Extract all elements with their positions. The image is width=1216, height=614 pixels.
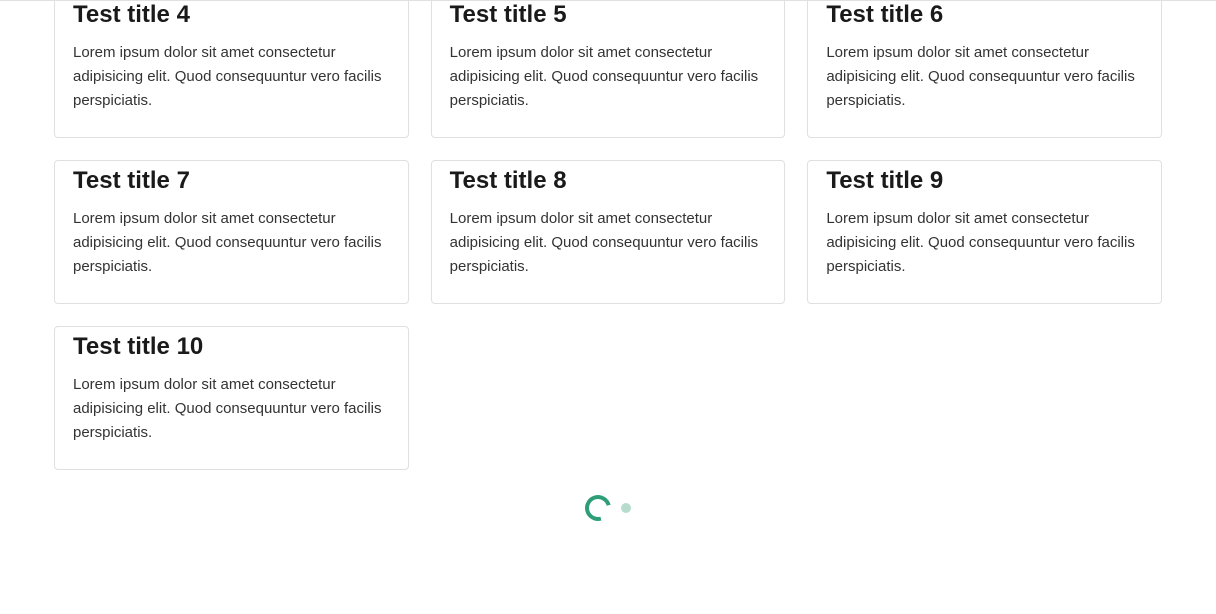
card-title: Test title 5 (450, 1, 767, 29)
card-body: Lorem ipsum dolor sit amet consectetur a… (826, 207, 1143, 279)
card-title: Test title 9 (826, 167, 1143, 195)
card-body: Lorem ipsum dolor sit amet consectetur a… (450, 41, 767, 113)
card-body: Lorem ipsum dolor sit amet consectetur a… (450, 207, 767, 279)
card: Test title 10 Lorem ipsum dolor sit amet… (54, 326, 409, 470)
card-grid: Test title 4 Lorem ipsum dolor sit amet … (0, 1, 1216, 528)
card: Test title 9 Lorem ipsum dolor sit amet … (807, 160, 1162, 304)
card-title: Test title 6 (826, 1, 1143, 29)
card-body: Lorem ipsum dolor sit amet consectetur a… (73, 207, 390, 279)
spinner-icon (580, 490, 616, 526)
card: Test title 5 Lorem ipsum dolor sit amet … (431, 1, 786, 138)
card-title: Test title 8 (450, 167, 767, 195)
card-body: Lorem ipsum dolor sit amet consectetur a… (73, 41, 390, 113)
card: Test title 6 Lorem ipsum dolor sit amet … (807, 1, 1162, 138)
card-title: Test title 10 (73, 333, 390, 361)
card: Test title 7 Lorem ipsum dolor sit amet … (54, 160, 409, 304)
card-title: Test title 4 (73, 1, 390, 29)
card: Test title 4 Lorem ipsum dolor sit amet … (54, 1, 409, 138)
card-body: Lorem ipsum dolor sit amet consectetur a… (826, 41, 1143, 113)
card-title: Test title 7 (73, 167, 390, 195)
loading-indicator (54, 488, 1162, 528)
dot-icon (621, 503, 631, 513)
card-body: Lorem ipsum dolor sit amet consectetur a… (73, 373, 390, 445)
card: Test title 8 Lorem ipsum dolor sit amet … (431, 160, 786, 304)
